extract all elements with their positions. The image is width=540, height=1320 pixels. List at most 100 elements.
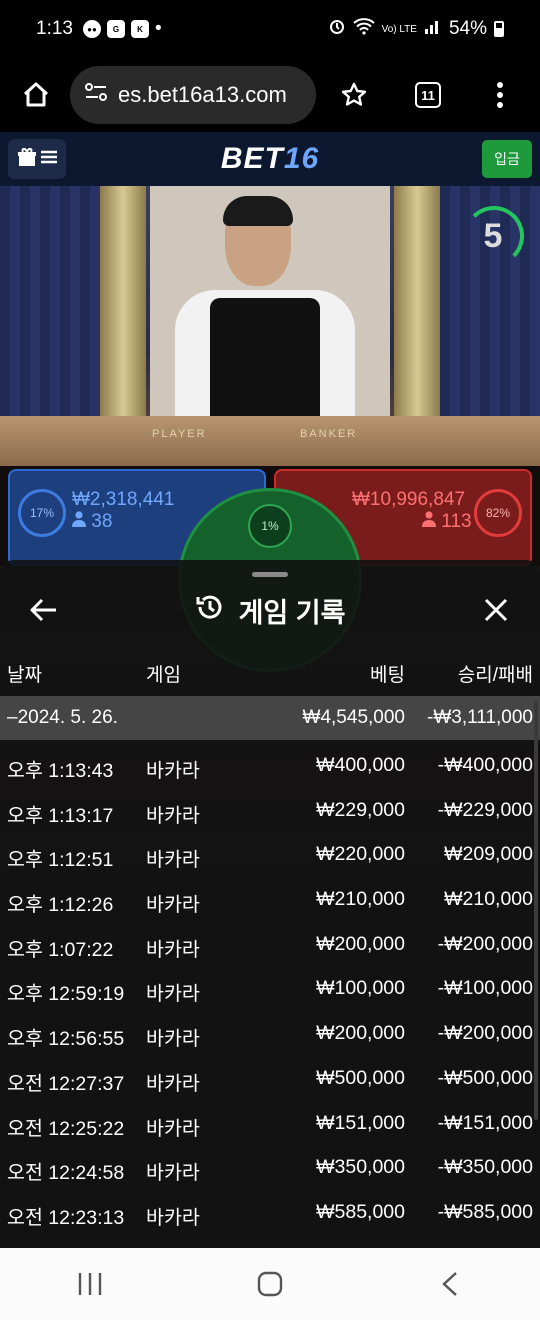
row-game: 바카라 [146,938,200,961]
row-result: -₩229,000 [437,798,533,821]
player-count: 38 [91,511,113,532]
row-time: 오전 12:25:22 [7,1117,125,1140]
row-bet: ₩229,000 [316,798,405,821]
close-icon[interactable] [480,594,512,626]
row-game: 바카라 [146,849,200,872]
url-bar[interactable]: es.bet16a13.com [70,66,316,124]
player-count-row: 38 [72,511,112,533]
title-text: 게임 기록 [238,597,346,628]
row-result: -₩200,000 [437,1022,533,1045]
row-time: 오전 12:27:37 [7,1072,125,1095]
signal-icon [424,18,442,40]
history-row[interactable]: 오전 12:23:13 바카라 ₩585,000 -₩585,000 [0,1190,540,1235]
battery-level: 54% [448,18,487,39]
sheet-title: 게임 기록 [0,591,540,630]
row-bet: ₩585,000 [316,1200,405,1223]
bookmark-star-icon[interactable] [334,75,374,115]
col-result: 승리/패배 [457,665,533,686]
row-bet: ₩500,000 [316,1066,405,1089]
game-history-sheet: 게임 기록 날짜 게임 베팅 승리/패배 –2024. 5. 26. ₩4,54… [0,560,540,1248]
history-row[interactable]: 오후 1:12:51 바카라 ₩220,000 ₩209,000 [0,832,540,877]
scrollbar[interactable] [534,700,538,1120]
sheet-header: 게임 기록 [0,580,540,640]
site-settings-icon[interactable] [84,81,108,109]
tie-percent: 1% [248,504,292,548]
col-game: 게임 [146,665,181,686]
url-text[interactable]: es.bet16a13.com [118,82,287,108]
back-nav-icon[interactable] [430,1264,470,1304]
site-logo[interactable]: BET16 [0,142,540,176]
row-result: ₩210,000 [444,888,533,911]
site-header: BET16 입금 [0,132,540,186]
history-row[interactable]: 오전 12:25:22 바카라 ₩151,000 -₩151,000 [0,1101,540,1146]
history-row[interactable]: 오후 1:12:26 바카라 ₩210,000 ₩210,000 [0,877,540,922]
row-game: 바카라 [146,894,200,917]
history-row[interactable]: 오후 1:07:22 바카라 ₩200,000 -₩200,000 [0,922,540,967]
row-time: 오후 1:13:43 [7,760,114,782]
live-dealer-video: PLAYER BANKER 5 [0,186,540,466]
row-bet: ₩350,000 [316,1156,405,1179]
banker-count-row: 113 [422,511,472,533]
row-result: -₩100,000 [437,977,533,1000]
google-icon: G [106,20,125,38]
dealer-hair [223,196,293,226]
status-bar: 1:13 ●● G K • Vo) LTE 54% [0,0,540,58]
row-game: 바카라 [146,1206,200,1229]
day-summary-row[interactable]: –2024. 5. 26. ₩4,545,000 -₩3,111,000 [0,696,540,740]
row-result: -₩585,000 [437,1200,533,1223]
table-felt [0,416,540,466]
row-time: 오후 12:59:19 [7,983,125,1006]
day-bet-total: ₩4,545,000 [302,707,405,728]
history-row[interactable]: 오전 12:27:37 바카라 ₩500,000 -₩500,000 [0,1056,540,1101]
table-banker-text: BANKER [300,428,358,440]
deposit-button[interactable]: 입금 [482,140,532,178]
history-row[interactable]: 오전 12:24:58 바카라 ₩350,000 -₩350,000 [0,1145,540,1190]
history-icon [195,592,225,629]
row-time: 오전 12:23:13 [7,1206,125,1229]
history-list: 오후 1:13:43 바카라 ₩400,000 -₩400,000 오후 1:13:17… [0,743,540,1235]
history-row[interactable]: 오후 12:56:55 바카라 ₩200,000 -₩200,000 [0,1011,540,1056]
tabs-button[interactable]: 11 [408,75,448,115]
browser-toolbar: es.bet16a13.com 11 [0,58,540,132]
more-options-icon[interactable] [480,75,520,115]
banker-amount: ₩10,996,847 [352,489,466,510]
wifi-icon [352,17,375,41]
table-player-text: PLAYER [152,428,207,440]
row-time: 오후 1:07:22 [7,938,114,961]
home-icon[interactable] [16,75,56,115]
row-time: 오후 1:13:17 [7,804,114,827]
row-time: 오전 12:24:58 [7,1162,125,1185]
home-nav-icon[interactable] [250,1264,290,1304]
row-game: 바카라 [146,760,200,782]
row-bet: ₩200,000 [316,932,405,955]
row-bet: ₩210,000 [316,888,405,911]
dot-icon: • [154,18,162,39]
alarm-icon [328,17,346,41]
notification-icons: ●● G K • [82,18,162,40]
banker-count: 113 [441,511,472,532]
history-row[interactable]: 오후 1:13:43 바카라 ₩400,000 -₩400,000 [0,743,540,788]
tabs-count[interactable]: 11 [415,82,441,108]
history-row[interactable]: 오후 1:13:17 바카라 ₩229,000 -₩229,000 [0,788,540,833]
row-game: 바카라 [146,1028,200,1051]
logo-text: BET [220,142,284,175]
day-date: –2024. 5. 26. [7,707,118,728]
row-bet: ₩400,000 [316,754,405,776]
row-result: -₩350,000 [437,1156,533,1179]
row-bet: ₩200,000 [316,1022,405,1045]
player-amount: ₩2,318,441 [72,489,175,510]
status-time: 1:13 [36,18,73,39]
history-row[interactable]: 오후 12:59:19 바카라 ₩100,000 -₩100,000 [0,966,540,1011]
row-result: -₩500,000 [437,1066,533,1089]
row-time: 오후 1:12:26 [7,894,114,917]
row-game: 바카라 [146,983,200,1006]
row-time: 오후 1:12:51 [7,849,114,872]
user-icon [422,511,441,532]
row-bet: ₩220,000 [316,843,405,866]
drag-handle[interactable] [252,572,288,577]
user-icon [72,511,91,532]
day-result-total: -₩3,111,000 [427,707,533,728]
pillar-left [100,186,146,446]
row-result: -₩200,000 [437,932,533,955]
recent-apps-icon[interactable] [70,1264,110,1304]
